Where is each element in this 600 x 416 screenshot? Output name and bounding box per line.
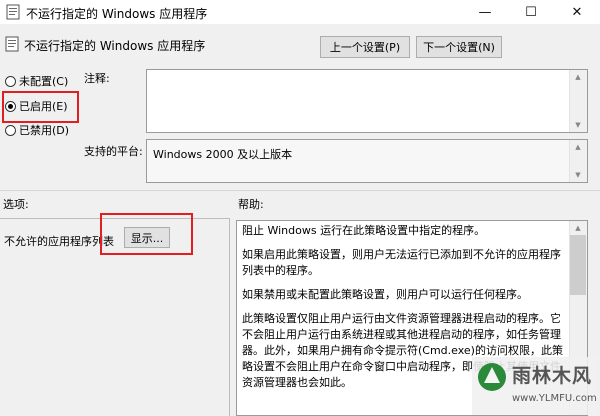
window-title: 不运行指定的 Windows 应用程序 (26, 7, 208, 21)
platform-field: Windows 2000 及以上版本 ▲ ▼ (146, 139, 588, 183)
help-heading: 帮助: (238, 198, 264, 211)
close-icon: ✕ (571, 4, 583, 20)
section-divider (0, 190, 600, 191)
highlight-show-button (100, 213, 193, 255)
platform-scrollbar[interactable]: ▲ ▼ (569, 140, 587, 182)
maximize-button[interactable]: ☐ (508, 0, 554, 24)
policy-document-icon (6, 4, 20, 20)
comment-textarea[interactable]: ▲ ▼ (146, 69, 588, 133)
watermark-text: 雨林木风 (512, 365, 593, 387)
help-paragraph: 如果禁用或未配置此策略设置，则用户可以运行任何程序。 (242, 288, 528, 301)
highlight-enabled-option (2, 91, 79, 123)
watermark-logo-icon (478, 363, 506, 391)
minimize-icon: — (478, 4, 492, 20)
platform-text: Windows 2000 及以上版本 (153, 148, 293, 161)
radio-label: 已禁用(D) (19, 124, 70, 137)
radio-not-configured[interactable]: 未配置(C) (5, 73, 68, 89)
scroll-up-icon[interactable]: ▲ (570, 221, 586, 235)
scroll-thumb[interactable] (570, 235, 586, 295)
help-paragraph: 如果启用此策略设置，则用户无法运行已添加到不允许的应用程序列表中的程序。 (242, 248, 561, 277)
comment-scrollbar[interactable]: ▲ ▼ (569, 70, 587, 132)
help-paragraph: 阻止 Windows 运行在此策略设置中指定的程序。 (242, 224, 486, 237)
radio-circle (5, 124, 16, 136)
title-bar: 不运行指定的 Windows 应用程序 — ☐ ✕ (0, 0, 600, 24)
next-setting-button[interactable]: 下一个设置(N) (416, 36, 502, 58)
watermark-url: www.YLMFU.com (512, 393, 597, 404)
setting-title: 不运行指定的 Windows 应用程序 (24, 39, 206, 53)
policy-setting-icon (5, 36, 19, 52)
maximize-icon: ☐ (525, 4, 537, 20)
scroll-up-icon[interactable]: ▲ (570, 70, 586, 84)
disallowed-apps-label: 不允许的应用程序列表 (4, 235, 114, 248)
radio-label: 未配置(C) (19, 75, 69, 88)
scroll-down-icon[interactable]: ▼ (570, 168, 586, 182)
options-heading: 选项: (3, 198, 29, 211)
watermark: 雨林木风 www.YLMFU.com (472, 357, 598, 415)
radio-circle (5, 75, 16, 87)
scroll-down-icon[interactable]: ▼ (570, 118, 586, 132)
close-button[interactable]: ✕ (554, 0, 600, 24)
radio-disabled[interactable]: 已禁用(D) (5, 122, 69, 138)
comment-label: 注释: (84, 72, 110, 85)
previous-setting-button[interactable]: 上一个设置(P) (320, 36, 410, 58)
minimize-button[interactable]: — (462, 0, 508, 24)
platform-label: 支持的平台: (84, 145, 143, 158)
scroll-up-icon[interactable]: ▲ (570, 140, 586, 154)
